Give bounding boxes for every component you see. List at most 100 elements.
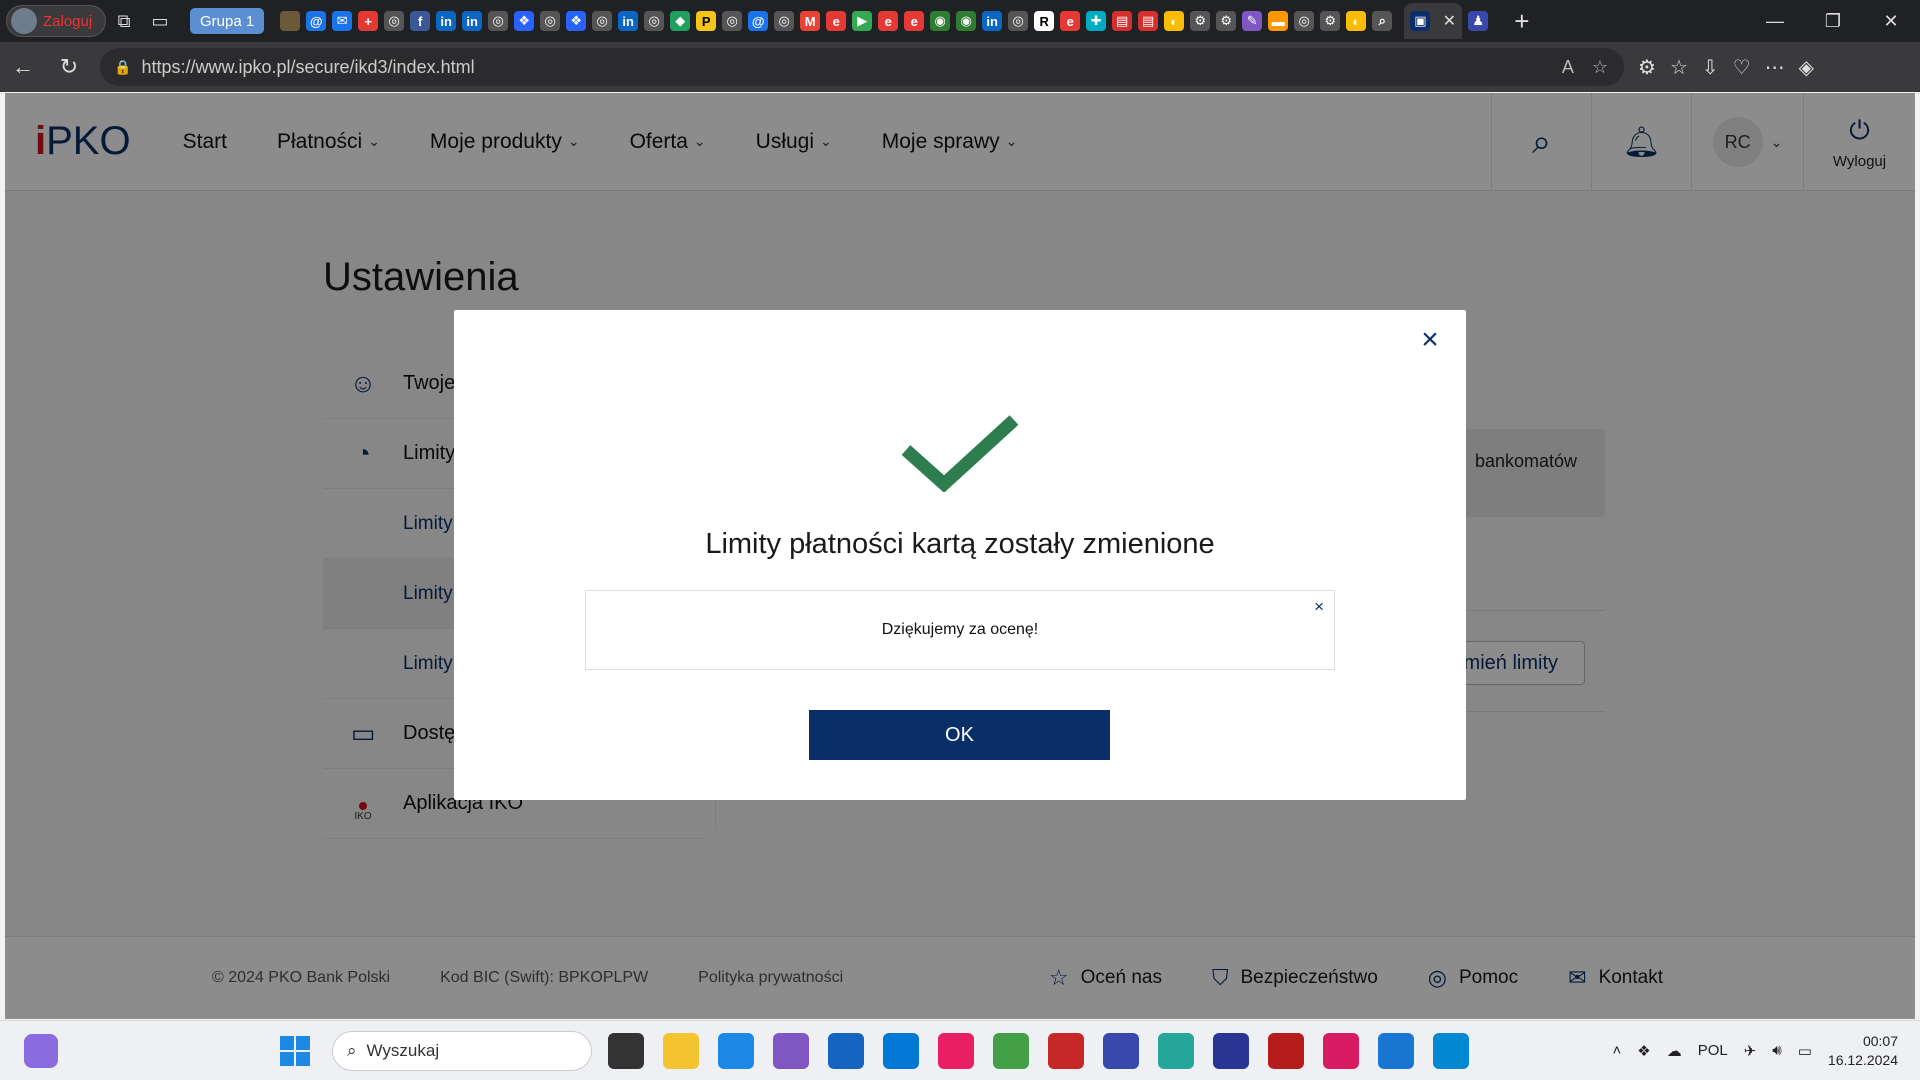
file-explorer-icon[interactable] bbox=[663, 1032, 699, 1069]
tab-favicon[interactable]: M bbox=[800, 11, 821, 31]
tab-close-icon[interactable]: ✕ bbox=[1443, 11, 1456, 31]
tab-favicon[interactable]: ◎ bbox=[774, 11, 795, 31]
tab-favicon[interactable]: ▤ bbox=[1112, 11, 1133, 31]
extensions-area: ⚙ ☆ ⇩ ♡ ⋯ ◈ bbox=[1638, 55, 1814, 80]
back-arrow-icon[interactable]: ← bbox=[0, 47, 46, 87]
tab-favicon[interactable]: ❖ bbox=[566, 11, 587, 31]
tab-favicon[interactable]: ◐ bbox=[1164, 11, 1185, 31]
tab-favicon[interactable]: P bbox=[696, 11, 717, 31]
tab-favicon[interactable]: + bbox=[358, 11, 379, 31]
tab-favicon[interactable]: ⚙ bbox=[1320, 11, 1341, 31]
chevron-up-icon[interactable]: ˄ bbox=[1612, 1042, 1621, 1059]
more-menu-icon[interactable]: ⋯ bbox=[1765, 55, 1785, 80]
active-tab[interactable]: ▣ ✕ bbox=[1404, 3, 1463, 39]
tab-favicon[interactable]: R bbox=[1034, 11, 1055, 31]
restore-icon[interactable]: ❐ bbox=[1804, 0, 1862, 42]
app-icon[interactable] bbox=[993, 1032, 1029, 1069]
clock-time: 00:07 bbox=[1862, 1032, 1898, 1049]
address-bar[interactable]: 🔒 https://www.ipko.pl/secure/ikd3/index.… bbox=[100, 48, 1624, 86]
app-icon[interactable] bbox=[1103, 1032, 1139, 1069]
tab-favicon[interactable]: in bbox=[982, 11, 1003, 31]
tab-favicon[interactable]: ◎ bbox=[722, 11, 743, 31]
tab-favicon[interactable]: ◐ bbox=[1346, 11, 1367, 31]
tab-favicon[interactable]: ◎ bbox=[644, 11, 665, 31]
edge-icon[interactable] bbox=[718, 1032, 754, 1069]
tab-favicon[interactable]: @ bbox=[748, 11, 769, 31]
app-icon[interactable] bbox=[1158, 1032, 1194, 1069]
tab-favicon[interactable]: ⚙ bbox=[1216, 11, 1237, 31]
read-aloud-icon[interactable]: A bbox=[1562, 57, 1574, 78]
lock-icon[interactable]: 🔒 bbox=[114, 59, 131, 76]
taskbar-search[interactable]: ⌕ Wyszukaj bbox=[332, 1030, 592, 1071]
tab-favicon[interactable] bbox=[280, 11, 301, 31]
downloads-icon[interactable]: ⇩ bbox=[1702, 55, 1719, 80]
tab-favicon[interactable]: in bbox=[462, 11, 483, 31]
tab-favicon[interactable]: ♟ bbox=[1468, 11, 1489, 31]
tab-favicon[interactable]: e bbox=[826, 11, 847, 31]
tab-favicon[interactable]: ✚ bbox=[1086, 11, 1107, 31]
tab-favicon[interactable]: ⌕ bbox=[1372, 11, 1393, 31]
close-icon[interactable]: × bbox=[1412, 322, 1448, 358]
tab-favicon[interactable]: ◉ bbox=[956, 11, 977, 31]
success-dialog: × Limity płatności kartą zostały zmienio… bbox=[454, 310, 1466, 800]
tab-favicon[interactable]: ▬ bbox=[1268, 11, 1289, 31]
tab-favicon[interactable]: ❖ bbox=[514, 11, 535, 31]
tab-favicon[interactable]: ✎ bbox=[1242, 11, 1263, 31]
tab-favicon[interactable]: ▶ bbox=[852, 11, 873, 31]
tab-favicon[interactable]: ◉ bbox=[930, 11, 951, 31]
language-indicator[interactable]: POL bbox=[1698, 1042, 1728, 1059]
tab-favicon[interactable]: in bbox=[436, 11, 457, 31]
tab-favicon[interactable]: e bbox=[1060, 11, 1081, 31]
tab-favicon[interactable]: ◎ bbox=[592, 11, 613, 31]
tab-favicon[interactable]: ◆ bbox=[670, 11, 691, 31]
tab-actions-icon[interactable]: ▭ bbox=[142, 5, 178, 37]
start-windows-icon[interactable] bbox=[280, 1035, 310, 1066]
volume-icon[interactable]: 🔊︎ bbox=[1772, 1042, 1781, 1059]
copilot-taskbar-icon[interactable] bbox=[24, 1033, 58, 1068]
copilot-icon[interactable]: ◈ bbox=[1799, 55, 1814, 80]
extensions-icon[interactable]: ⚙ bbox=[1638, 55, 1656, 80]
clock[interactable]: 00:07 16.12.2024 bbox=[1828, 1032, 1898, 1070]
favorite-star-icon[interactable]: ☆ bbox=[1592, 57, 1608, 78]
app-icon[interactable] bbox=[1433, 1032, 1469, 1069]
store-icon[interactable] bbox=[828, 1032, 864, 1069]
network-icon[interactable]: ☁ bbox=[1667, 1042, 1682, 1060]
tab-favicon[interactable]: ⚙ bbox=[1190, 11, 1211, 31]
new-tab-button[interactable]: + bbox=[1514, 6, 1529, 37]
tab-favicon[interactable]: ◎ bbox=[540, 11, 561, 31]
favorites-icon[interactable]: ☆ bbox=[1670, 55, 1688, 80]
app-icon[interactable] bbox=[938, 1032, 974, 1069]
tab-favicon[interactable]: ◎ bbox=[1008, 11, 1029, 31]
tab-favicon[interactable]: ◎ bbox=[488, 11, 509, 31]
reload-icon[interactable]: ↻ bbox=[46, 47, 92, 87]
app-icon[interactable] bbox=[1268, 1032, 1304, 1069]
tab-favicon[interactable]: f bbox=[410, 11, 431, 31]
profile-button[interactable]: Zaloguj bbox=[6, 5, 106, 37]
app-icon[interactable] bbox=[1213, 1032, 1249, 1069]
windows-taskbar: ⌕ Wyszukaj ˄ ❖ ☁ POL ✈ 🔊︎ ▭ 00:07 16.12.… bbox=[0, 1020, 1920, 1080]
app-icon[interactable] bbox=[1048, 1032, 1084, 1069]
ok-button[interactable]: OK bbox=[809, 710, 1110, 760]
minimize-icon[interactable]: — bbox=[1746, 0, 1804, 42]
dropbox-icon[interactable]: ❖ bbox=[1637, 1042, 1650, 1060]
tab-favicon[interactable]: ✉ bbox=[332, 11, 353, 31]
tab-favicon[interactable]: @ bbox=[306, 11, 327, 31]
tab-favicon[interactable]: ▤ bbox=[1138, 11, 1159, 31]
browser-essentials-icon[interactable]: ♡ bbox=[1733, 55, 1751, 80]
vscode-icon[interactable] bbox=[1378, 1032, 1414, 1069]
app-icon[interactable] bbox=[773, 1032, 809, 1069]
airplane-icon[interactable]: ✈ bbox=[1744, 1042, 1757, 1060]
close-window-icon[interactable]: ✕ bbox=[1862, 0, 1920, 42]
tab-favicon[interactable]: ◎ bbox=[1294, 11, 1315, 31]
tab-group-chip[interactable]: Grupa 1 bbox=[190, 8, 265, 34]
outlook-icon[interactable] bbox=[883, 1032, 919, 1069]
tab-favicon[interactable]: in bbox=[618, 11, 639, 31]
tab-favicon[interactable]: e bbox=[878, 11, 899, 31]
snipping-tool-icon[interactable] bbox=[1323, 1032, 1359, 1069]
workspaces-icon[interactable]: ⧉ bbox=[106, 5, 142, 37]
task-view-icon[interactable] bbox=[608, 1032, 644, 1069]
battery-icon[interactable]: ▭ bbox=[1798, 1042, 1812, 1060]
tab-favicon[interactable]: e bbox=[904, 11, 925, 31]
tab-favicon[interactable]: ◎ bbox=[384, 11, 405, 31]
rating-close-icon[interactable]: × bbox=[1314, 597, 1324, 617]
